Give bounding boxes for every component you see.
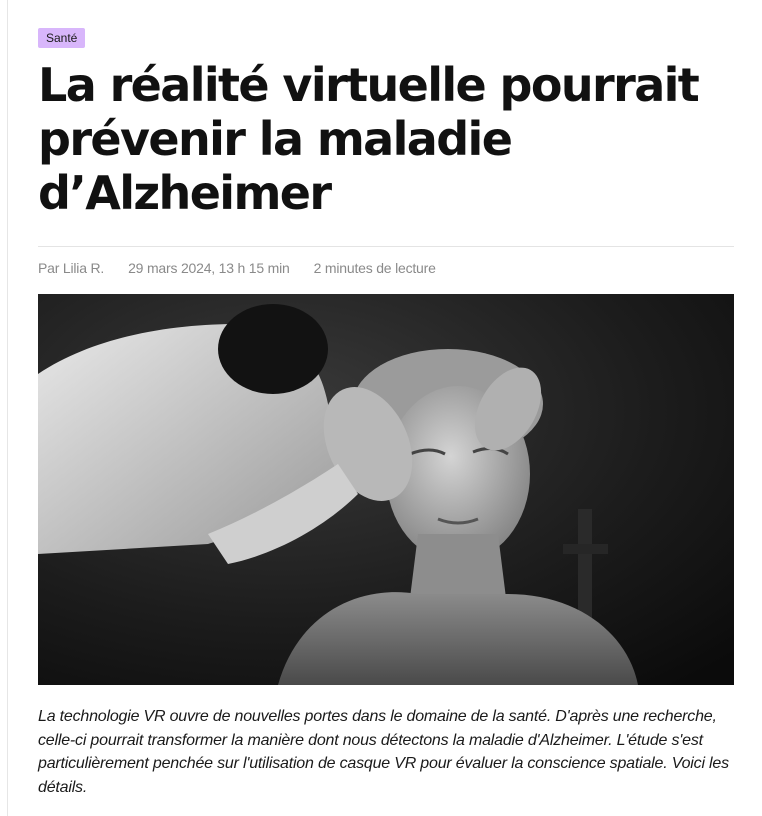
article-lead: La technologie VR ouvre de nouvelles por… bbox=[38, 708, 729, 796]
hero-image bbox=[38, 294, 734, 685]
title-divider bbox=[38, 246, 734, 247]
left-border bbox=[7, 0, 8, 816]
article-title: La réalité virtuelle pourrait prévenir l… bbox=[38, 58, 700, 220]
reading-time: 2 minutes de lecture bbox=[313, 260, 436, 276]
author-byline[interactable]: Par Lilia R. bbox=[38, 260, 104, 276]
category-tag[interactable]: Santé bbox=[38, 28, 86, 48]
hero-photo-illustration bbox=[38, 294, 734, 685]
article-meta: Par Lilia R. 29 mars 2024, 13 h 15 min 2… bbox=[38, 260, 436, 276]
publish-date: 29 mars 2024, 13 h 15 min bbox=[128, 260, 290, 276]
